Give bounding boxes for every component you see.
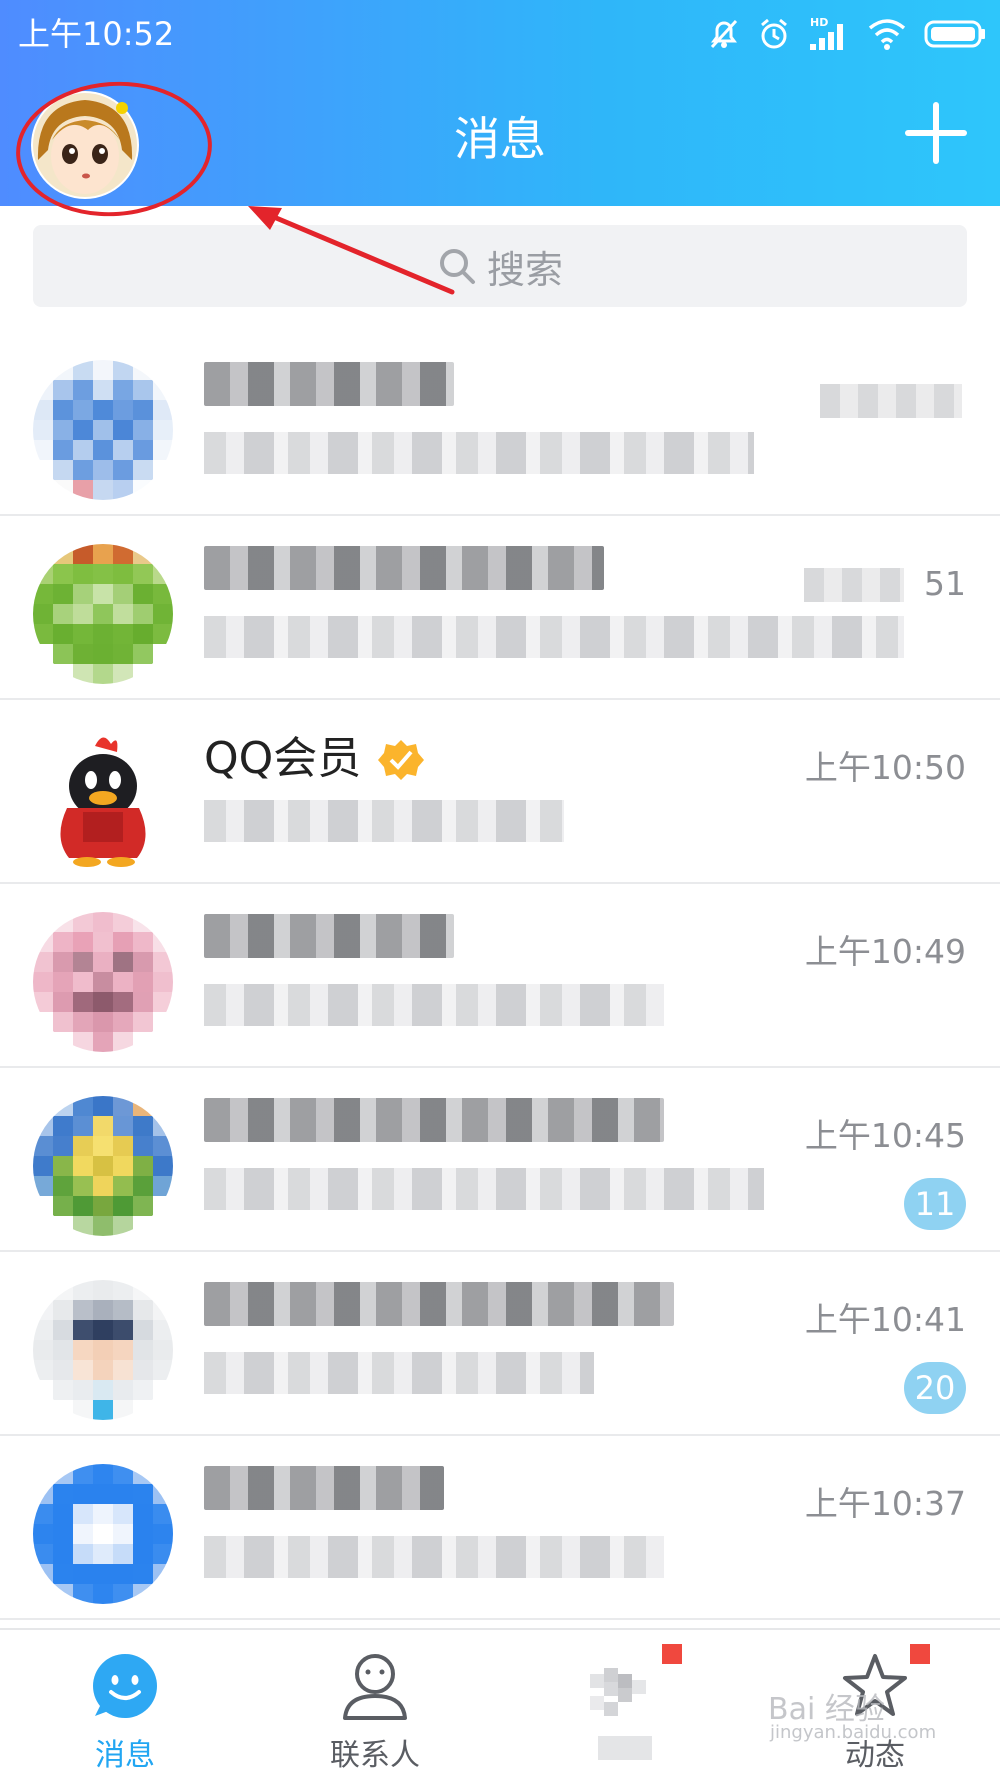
conversation-row[interactable]: QQ会员 上午10:50 — [0, 700, 1000, 884]
message-preview-blurred — [204, 616, 904, 658]
mute-icon — [710, 19, 738, 49]
message-time: 上午10:50 — [804, 748, 966, 787]
message-preview-blurred — [204, 800, 564, 842]
watermark-url: jingyan.baidu.com — [770, 1722, 937, 1743]
search-placeholder: 搜索 — [486, 247, 563, 292]
message-time: 上午10:45 — [804, 1116, 966, 1155]
alarm-icon — [761, 18, 787, 49]
contact-name-blurred — [204, 914, 454, 958]
search-input[interactable]: 搜索 — [33, 225, 967, 307]
message-smile-icon — [93, 1654, 157, 1718]
message-preview-blurred — [204, 1352, 594, 1394]
conversation-list: 51 QQ会员 上午10:50 上午10:49 上午10:45 11 上午10:… — [0, 332, 1000, 1620]
contact-name-blurred — [204, 546, 604, 590]
hd-signal-icon: HD — [810, 16, 843, 50]
unread-badge: 20 — [904, 1362, 966, 1414]
notification-dot — [910, 1644, 930, 1664]
contact-avatar — [33, 728, 173, 868]
conversation-row[interactable]: 51 — [0, 516, 1000, 700]
message-preview-blurred — [204, 1168, 764, 1210]
tab-blurred[interactable] — [500, 1630, 750, 1780]
wifi-icon — [868, 19, 906, 50]
contact-avatar — [33, 1096, 173, 1236]
status-icons: HD — [708, 14, 986, 54]
message-time-blurred — [820, 384, 962, 418]
contact-name-blurred — [204, 1466, 444, 1510]
status-time: 上午10:52 — [18, 15, 175, 53]
contact-avatar — [33, 912, 173, 1052]
conversation-row[interactable]: 上午10:41 20 — [0, 1252, 1000, 1436]
status-bar: 上午10:52 HD — [0, 0, 1000, 70]
message-time: 上午10:49 — [804, 932, 966, 971]
conversation-row[interactable]: 上午10:45 11 — [0, 1068, 1000, 1252]
conversation-row[interactable]: 上午10:49 — [0, 884, 1000, 1068]
vip-badge-icon — [378, 740, 424, 780]
page-title: 消息 — [454, 112, 546, 166]
contact-name: QQ会员 — [204, 733, 362, 784]
conversation-row[interactable]: 上午10:37 — [0, 1436, 1000, 1620]
conversation-row[interactable] — [0, 332, 1000, 516]
notification-dot — [662, 1644, 682, 1664]
message-preview-blurred — [204, 1536, 664, 1578]
message-time: 51 — [924, 564, 966, 603]
contact-name-blurred — [204, 1282, 674, 1326]
message-preview-blurred — [204, 432, 754, 474]
contact-avatar — [33, 1464, 173, 1604]
message-preview-blurred — [204, 984, 664, 1026]
contact-avatar — [33, 1280, 173, 1420]
contacts-icon — [343, 1654, 407, 1720]
tab-label: 联系人 — [330, 1738, 420, 1773]
message-time-blurred — [804, 568, 904, 602]
message-time: 上午10:37 — [804, 1484, 966, 1523]
blurred-tab-icon — [590, 1668, 646, 1716]
svg-text:HD: HD — [810, 16, 828, 29]
contact-avatar — [33, 360, 173, 500]
contact-name-blurred — [204, 362, 454, 406]
search-icon — [439, 249, 475, 284]
contact-name-blurred — [204, 1098, 664, 1142]
tab-contacts[interactable]: 联系人 — [250, 1630, 500, 1780]
battery-icon — [924, 20, 985, 48]
tab-messages[interactable]: 消息 — [0, 1630, 250, 1780]
contact-avatar — [33, 544, 173, 684]
unread-badge: 11 — [904, 1178, 966, 1230]
add-button[interactable] — [905, 102, 967, 164]
app-header: 上午10:52 HD 消息 — [0, 0, 1000, 223]
tab-label-blurred — [598, 1736, 652, 1760]
message-time: 上午10:41 — [804, 1300, 966, 1339]
tab-label: 消息 — [95, 1738, 155, 1773]
